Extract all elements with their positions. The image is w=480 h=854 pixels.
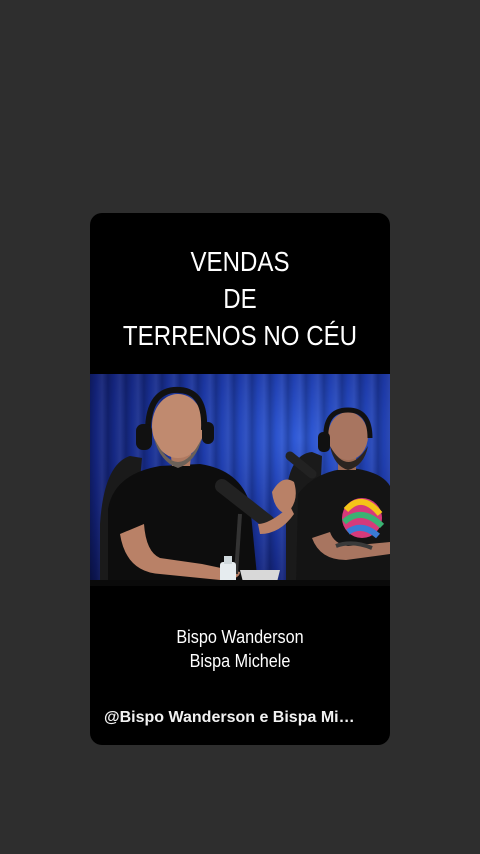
video-frame[interactable]	[90, 374, 390, 586]
caption-line-2: Bispa Michele	[189, 651, 291, 671]
captions: Bispo Wanderson Bispa Michele	[105, 625, 375, 673]
podcast-scene	[90, 386, 390, 586]
credit-link[interactable]: @Bispo Wanderson e Bispa Mi…	[104, 709, 380, 727]
headline-line-3: TERRENOS NO CÉU	[122, 320, 358, 351]
headline: VENDAS DE TERRENOS NO CÉU	[111, 243, 369, 354]
story-card[interactable]: VENDAS DE TERRENOS NO CÉU Bispo Wanderso…	[90, 213, 390, 745]
headline-line-1: VENDAS	[190, 246, 290, 277]
caption-line-1: Bispo Wanderson	[176, 627, 304, 647]
headline-line-2: DE	[223, 283, 257, 314]
